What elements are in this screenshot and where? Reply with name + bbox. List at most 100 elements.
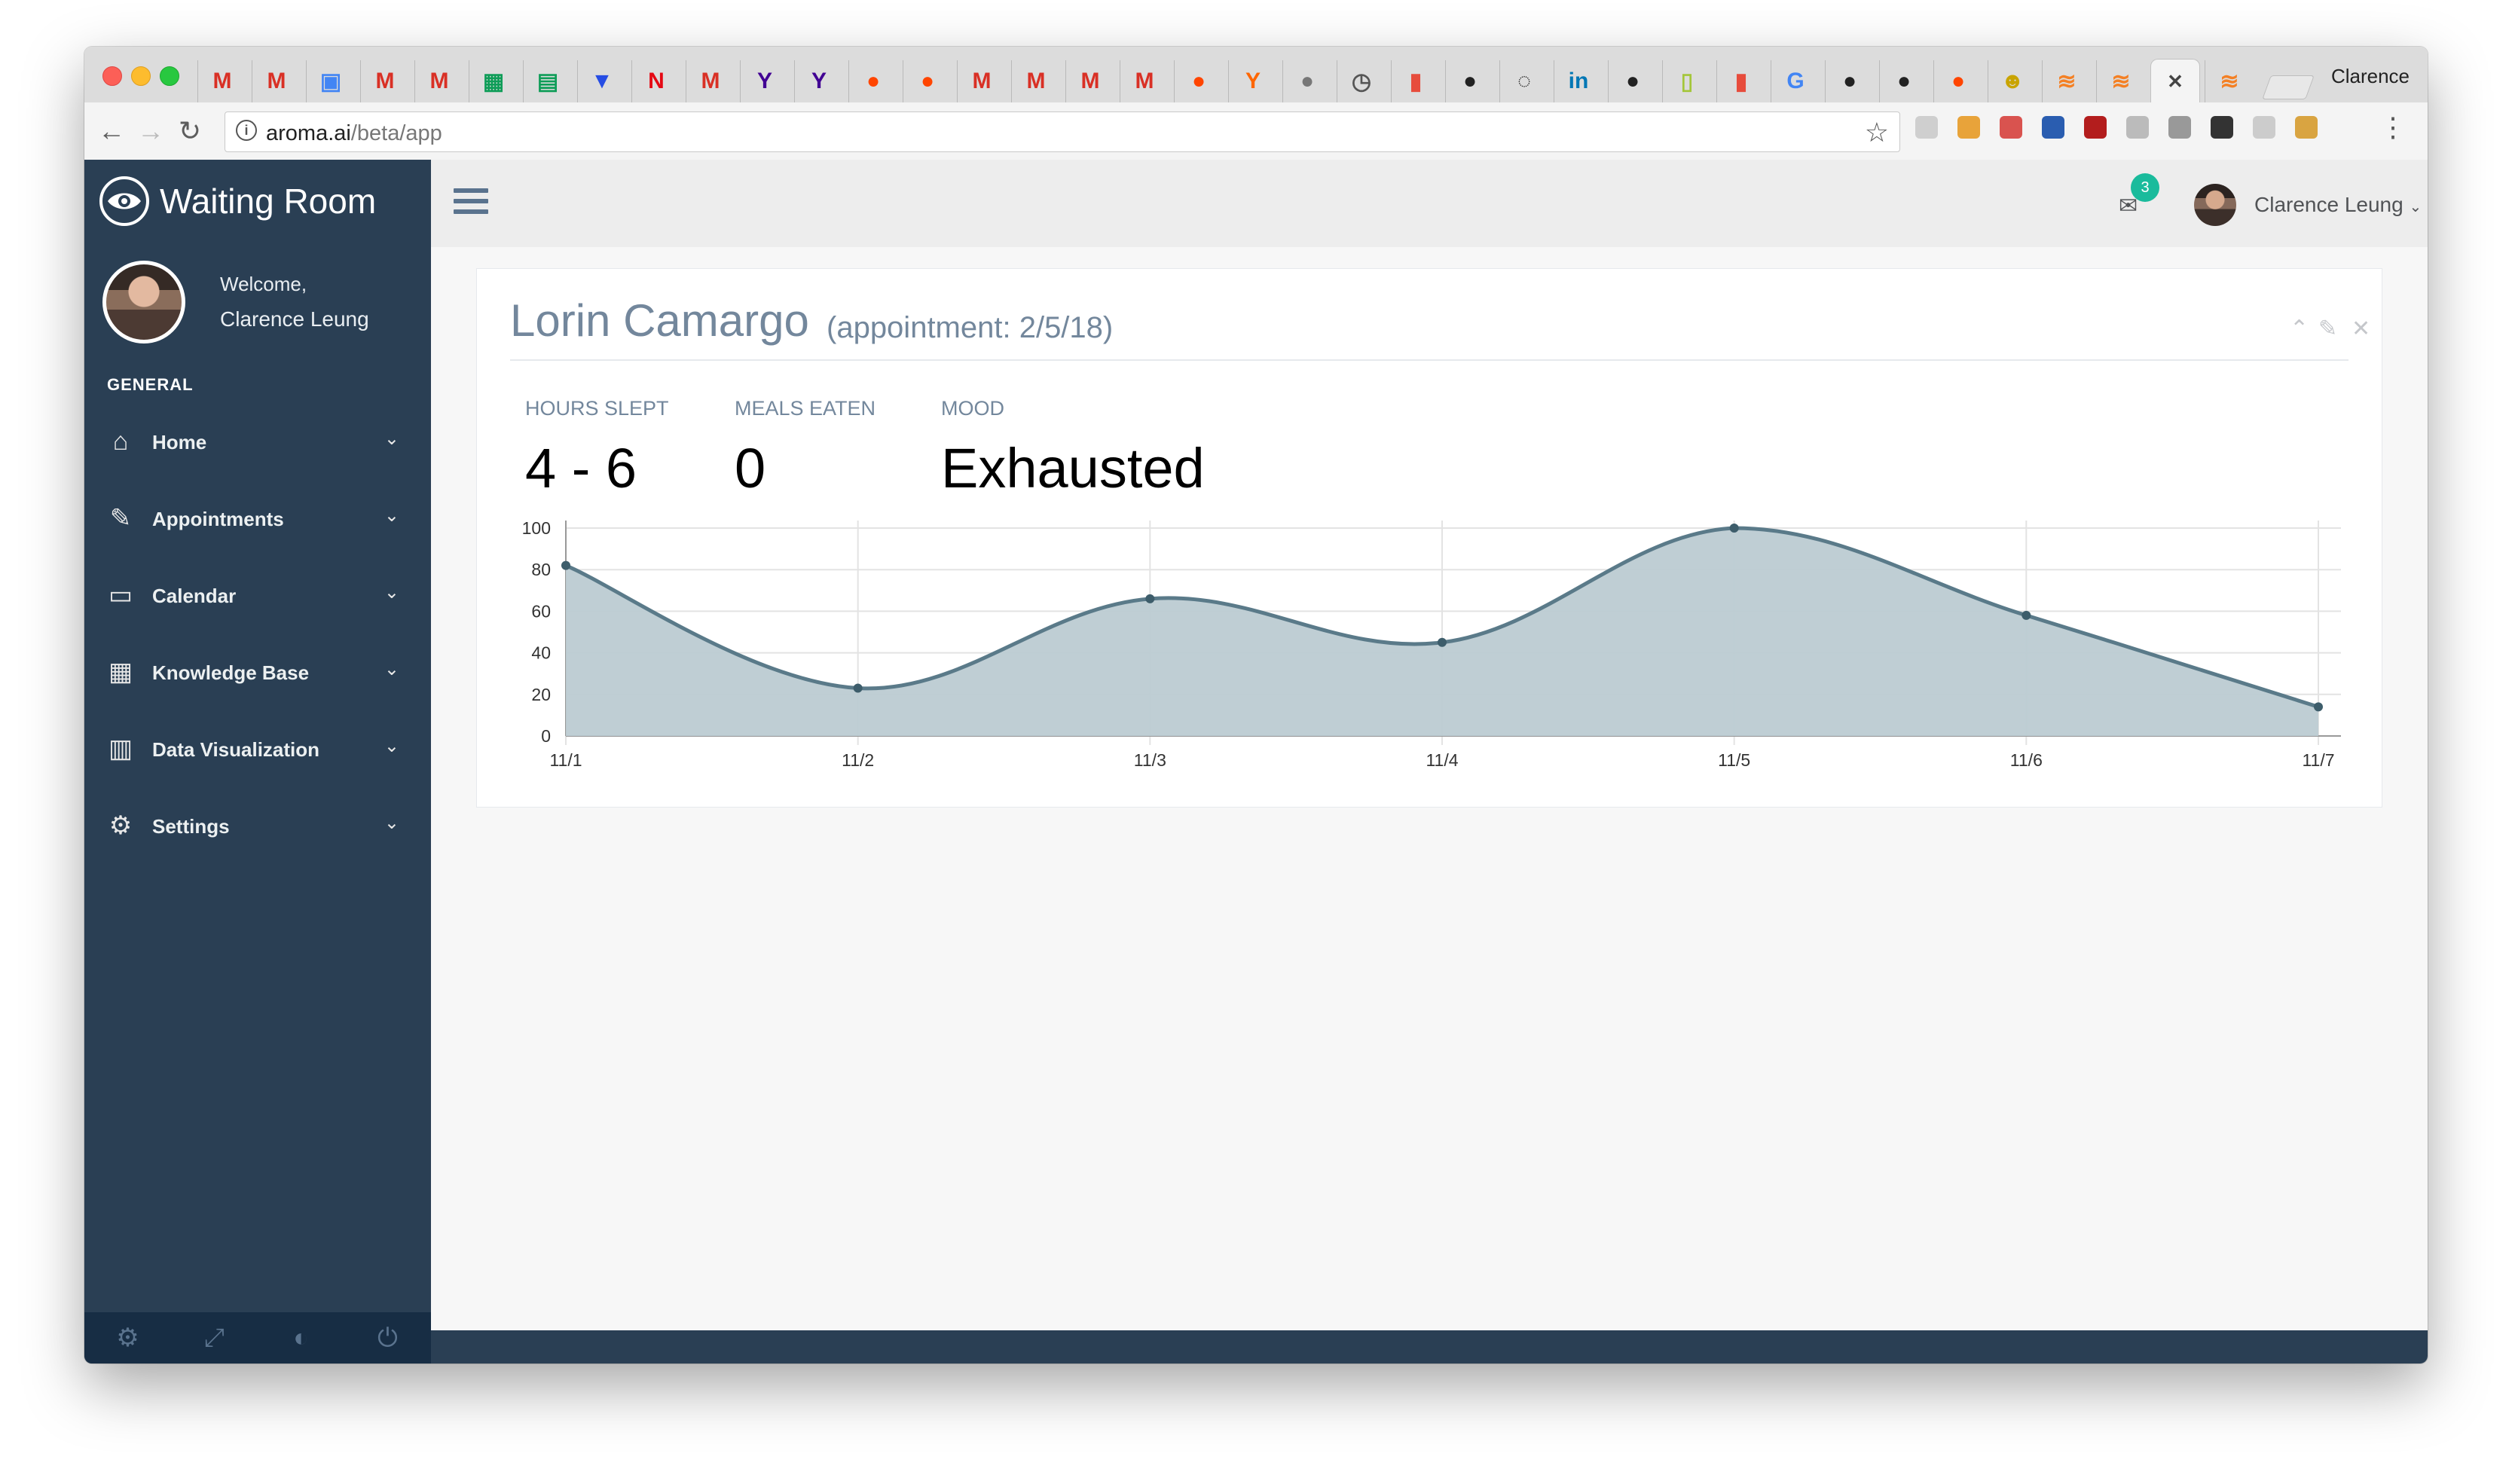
extension-icon[interactable]	[2126, 116, 2149, 139]
x-tick-label: 11/1	[549, 750, 582, 770]
extension-icon[interactable]	[1915, 116, 1938, 139]
new-tab-button[interactable]	[2262, 75, 2315, 99]
browser-tab[interactable]: Y	[1228, 60, 1277, 102]
wrench-icon[interactable]: ✎	[2318, 316, 2337, 342]
browser-tab[interactable]: ●	[1282, 60, 1331, 102]
x-tick-label: 11/6	[2010, 750, 2043, 770]
browser-tab[interactable]: Y	[794, 60, 843, 102]
extension-icon[interactable]	[2168, 116, 2191, 139]
forward-arrow-icon[interactable]: →	[133, 113, 169, 149]
browser-tab[interactable]: G	[1771, 60, 1820, 102]
power-off-icon[interactable]: ⏻	[344, 1312, 431, 1363]
browser-tab[interactable]: in	[1554, 60, 1603, 102]
browser-tab[interactable]: M	[686, 60, 735, 102]
browser-tab[interactable]: M	[957, 60, 1006, 102]
close-tab-icon[interactable]: ✕	[2167, 70, 2183, 93]
browser-tab[interactable]: ●	[848, 60, 897, 102]
window-minimize-button[interactable]	[131, 66, 151, 86]
browser-tab[interactable]: ≋	[2042, 60, 2091, 102]
browser-tab[interactable]: ●	[1879, 60, 1928, 102]
user-menu[interactable]: Clarence Leung ⌄	[2254, 193, 2422, 217]
collapse-chevron-up-icon[interactable]: ⌃	[2290, 316, 2309, 342]
browser-tab[interactable]: ▼	[577, 60, 626, 102]
office-icon: ▮	[1409, 69, 1423, 94]
browser-tab[interactable]: ◌	[1499, 60, 1548, 102]
close-icon[interactable]: ✕	[2352, 316, 2370, 342]
data-point[interactable]	[1729, 524, 1739, 533]
data-point[interactable]	[1438, 637, 1447, 647]
browser-tab[interactable]: ●	[1174, 60, 1223, 102]
browser-tab[interactable]: ◷	[1337, 60, 1386, 102]
eye-slash-icon[interactable]: ◐	[258, 1312, 344, 1363]
sidebar-item-calendar[interactable]: ▭ Calendar ⌄	[84, 562, 431, 630]
gmail-icon: M	[429, 69, 449, 93]
browser-tab[interactable]: ▤	[523, 60, 572, 102]
sidebar-item-settings[interactable]: ⚙ Settings ⌄	[84, 792, 431, 860]
browser-tab[interactable]: ▯	[1662, 60, 1711, 102]
extension-icon[interactable]	[2295, 116, 2318, 139]
browser-tab[interactable]: M	[1065, 60, 1114, 102]
browser-tab[interactable]: ▦	[469, 60, 518, 102]
browser-tab[interactable]: M	[414, 60, 463, 102]
browser-tab[interactable]: M	[252, 60, 301, 102]
reload-icon[interactable]: ↻	[172, 113, 208, 149]
browser-tab[interactable]: N	[631, 60, 680, 102]
extension-icon[interactable]	[2084, 116, 2107, 139]
address-bar[interactable]: i aroma.ai/beta/app ☆	[225, 111, 1900, 152]
site-info-icon[interactable]: i	[236, 120, 257, 141]
settings-gear-icon[interactable]: ⚙	[84, 1312, 171, 1363]
linkedin-icon: in	[1568, 69, 1589, 93]
sidebar-item-appointments[interactable]: ✎ Appointments ⌄	[84, 485, 431, 553]
x-tick-label: 11/5	[1718, 750, 1750, 770]
extension-icon[interactable]	[1957, 116, 1980, 139]
browser-tab[interactable]: ≋	[2205, 60, 2254, 102]
browser-tab[interactable]: M	[1120, 60, 1169, 102]
browser-tab[interactable]: ▮	[1391, 60, 1440, 102]
extension-icon[interactable]	[2253, 116, 2275, 139]
loading-icon: ◌	[1517, 69, 1531, 93]
window-close-button[interactable]	[102, 66, 122, 86]
fullscreen-icon[interactable]: ⤢	[171, 1312, 258, 1363]
browser-tab[interactable]: ●	[903, 60, 952, 102]
url-text[interactable]: aroma.ai/beta/app	[266, 121, 442, 146]
data-point[interactable]	[853, 683, 863, 693]
browser-tab[interactable]: ☻	[1988, 60, 2037, 102]
sidebar-item-data-visualization[interactable]: ▥ Data Visualization ⌄	[84, 716, 431, 783]
data-point[interactable]	[2314, 702, 2323, 712]
browser-tab[interactable]: ▣	[306, 60, 355, 102]
browser-tab[interactable]: ●	[1608, 60, 1657, 102]
sidebar-item-knowledge-base[interactable]: ▦ Knowledge Base ⌄	[84, 639, 431, 707]
bar-chart-icon: ▥	[108, 734, 133, 763]
browser-tab[interactable]: ●	[1825, 60, 1874, 102]
css-icon: ▼	[591, 69, 613, 93]
sidebar-item-label: Calendar	[152, 585, 237, 607]
data-point[interactable]	[2022, 610, 2031, 620]
browser-tab[interactable]: ●	[1933, 60, 1982, 102]
data-point[interactable]	[1145, 594, 1155, 603]
bookmark-star-icon[interactable]: ☆	[1865, 117, 1889, 148]
browser-tab[interactable]: M	[360, 60, 409, 102]
extension-icon[interactable]	[2042, 116, 2064, 139]
extension-icon[interactable]	[2000, 116, 2022, 139]
browser-menu-icon[interactable]: ⋮	[2379, 111, 2407, 143]
gmail-icon: M	[267, 69, 286, 93]
browser-profile-name[interactable]: Clarence	[2331, 65, 2410, 88]
browser-tab[interactable]: Y	[740, 60, 789, 102]
extension-icon[interactable]	[2211, 116, 2233, 139]
menu-toggle-icon[interactable]	[454, 188, 488, 218]
sidebar-item-home[interactable]: ⌂ Home ⌄	[84, 408, 431, 476]
browser-tab[interactable]: ▮	[1716, 60, 1765, 102]
data-point[interactable]	[561, 560, 570, 570]
browser-tab[interactable]: M	[197, 60, 246, 102]
brand-link[interactable]: Waiting Room	[99, 176, 376, 226]
browser-tab[interactable]: ≋	[2096, 60, 2145, 102]
github-icon: ●	[1896, 69, 1912, 93]
window-maximize-button[interactable]	[160, 66, 179, 86]
mail-count-badge: 3	[2131, 173, 2159, 202]
tab-list: M M ▣ M M ▦ ▤ ▼ N M Y Y ● ● M M M M ● Y ● ◷ ▮ ● ◌ in ● ▯ ▮ G ● ● ● ☻ ≋ ≋ ✕ ≋	[197, 56, 2315, 103]
browser-tab-active[interactable]: ✕	[2150, 59, 2200, 103]
browser-tab[interactable]: M	[1011, 60, 1060, 102]
back-arrow-icon[interactable]: ←	[93, 113, 130, 149]
user-avatar[interactable]	[2194, 184, 2236, 226]
browser-tab[interactable]: ●	[1445, 60, 1494, 102]
